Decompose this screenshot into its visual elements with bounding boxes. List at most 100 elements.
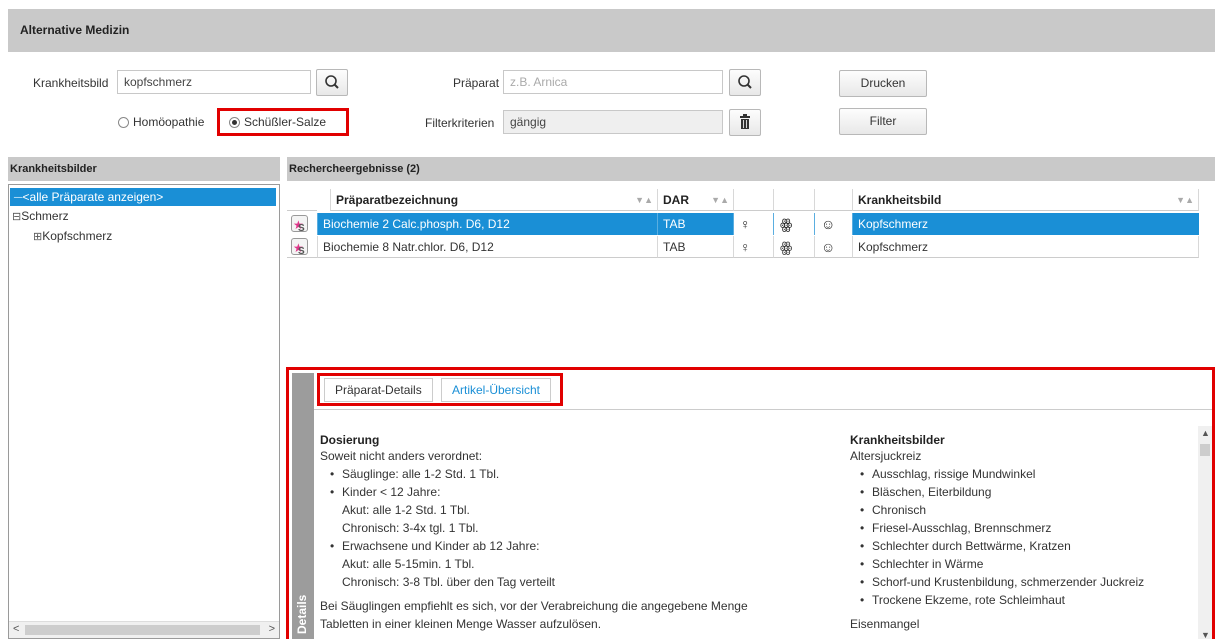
tree-item-label: Kopfschmerz [42,229,113,243]
list-item: Ausschlag, rissige Mundwinkel [850,465,1190,483]
cell-sex: ♀ [733,213,773,235]
details-content: Dosierung Soweit nicht anders verordnet:… [314,411,1209,639]
column-header-krankheitsbild-label: Krankheitsbild [858,193,942,207]
list-item: Chronisch [850,501,1190,519]
column-header-dar-label: DAR [663,193,689,207]
trash-icon [740,114,750,129]
cell-dar: TAB [657,213,733,235]
scroll-left-icon[interactable]: < [13,623,19,635]
details-tabbar: Präparat-Details Artikel-Übersicht [314,370,1212,410]
details-side-tab[interactable]: Details [292,373,314,639]
radio-dot-selected [229,116,240,128]
radio-homoeopathie[interactable]: Homöopathie [118,115,204,129]
praeparat-search-button[interactable] [729,69,761,96]
cell-child: ☺ [814,236,852,258]
column-header-icon [287,189,317,211]
dosierung-note: Bei Säuglingen empfiehlt es sich, vor de… [320,599,748,613]
list-item: Schorf-und Krustenbildung, schmerzender … [850,573,1190,591]
tree-item-all[interactable]: ─<alle Präparate anzeigen> [10,188,276,206]
list-item: Schlechter in Wärme [850,555,1190,573]
list-item: Säuglinge: alle 1-2 Std. 1 Tbl. [320,465,840,483]
radio-schuessler-label: Schüßler-Salze [244,115,327,129]
krankheitsbild-input[interactable]: kopfschmerz [117,70,311,94]
krankheitsbilder-section: Krankheitsbilder Altersjuckreiz Ausschla… [850,433,1190,633]
results-panel: Präparatbezeichnung ▼▲ DAR ▼▲ Krankheits… [287,184,1215,369]
krankheitsbilder-list: Ausschlag, rissige Mundwinkel Bläschen, … [850,465,1190,609]
column-header-dar[interactable]: DAR ▼▲ [657,189,733,211]
radio-schuessler[interactable]: Schüßler-Salze [229,115,326,129]
cell-sex: ♀ [733,236,773,258]
scroll-thumb[interactable] [25,625,260,635]
list-item: Erwachsene und Kinder ab 12 Jahre: [320,537,840,555]
sort-icon: ▼▲ [711,195,729,205]
filter-button[interactable]: Filter [839,108,927,135]
radio-homoeopathie-label: Homöopathie [133,115,205,129]
cell-name: Biochemie 2 Calc.phosph. D6, D12 [317,213,657,235]
scroll-down-icon[interactable]: ▼ [1201,630,1210,639]
collapse-icon[interactable]: ⊟ [12,211,21,223]
tab-praeparat-details[interactable]: Präparat-Details [324,378,433,402]
clear-filter-button[interactable] [729,109,761,136]
female-symbol-icon: ♀ [740,216,751,232]
list-item: Trockene Ekzeme, rote Schleimhaut [850,591,1190,609]
tree-item-kopfschmerz[interactable]: ⊞Kopfschmerz [33,229,112,243]
schuessler-cell [287,213,317,235]
column-header-name[interactable]: Präparatbezeichnung ▼▲ [330,189,657,211]
table-header-row: Präparatbezeichnung ▼▲ DAR ▼▲ Krankheits… [287,189,1199,211]
app-titlebar: Alternative Medizin [8,9,1215,52]
scroll-right-icon[interactable]: > [269,623,275,635]
baby-icon: ☺ [821,239,836,255]
tree-horizontal-scrollbar[interactable]: < > [9,621,279,638]
krankheitsbilder-title: Krankheitsbilder [850,433,945,447]
results-header: Rechercheergebnisse (2) [287,157,1215,181]
list-item: Friesel-Ausschlag, Brennschmerz [850,519,1190,537]
column-header-allergy [773,189,814,211]
dosierung-note: Tabletten in einer kleinen Menge Wasser … [320,617,602,631]
column-header-krankheitsbild[interactable]: Krankheitsbild ▼▲ [852,189,1199,211]
scroll-thumb[interactable] [1200,444,1210,456]
details-side-tab-label: Details [295,594,309,634]
cell-allergy: ꙮ [773,236,814,258]
tree-item-schmerz[interactable]: ⊟Schmerz [12,209,69,223]
sort-icon: ▼▲ [635,195,653,205]
details-vertical-scrollbar[interactable]: ▲ ▼ [1198,426,1212,639]
cell-krankheitsbild: Kopfschmerz [852,213,1199,235]
dosierung-list: Säuglinge: alle 1-2 Std. 1 Tbl. Kinder <… [320,465,840,501]
female-symbol-icon: ♀ [740,239,751,255]
print-button[interactable]: Drucken [839,70,927,97]
filterkriterien-label: Filterkriterien [425,116,495,130]
app-title: Alternative Medizin [20,23,130,37]
magnifier-icon [325,75,339,89]
list-item: Bläschen, Eiterbildung [850,483,1190,501]
tree-header: Krankheitsbilder [8,157,280,181]
allergy-icon: ꙮ [780,239,793,255]
list-subitem: Chronisch: 3-4x tgl. 1 Tbl. [342,521,479,535]
cell-dar: TAB [657,236,733,258]
krankheitsbild-label: Krankheitsbild [33,76,109,90]
cell-krankheitsbild: Kopfschmerz [852,236,1199,258]
column-header-sex [733,189,773,211]
filterkriterien-input[interactable]: gängig [503,110,723,134]
column-header-child [814,189,852,211]
tree-item-label: <alle Präparate anzeigen> [22,190,164,204]
krankheitsbilder-group: Altersjuckreiz [850,449,922,463]
krankheitsbild-search-button[interactable] [316,69,348,96]
cell-allergy: ꙮ [773,213,814,235]
table-row[interactable]: Biochemie 2 Calc.phosph. D6, D12 TAB ♀ ꙮ… [287,213,1199,235]
table-row[interactable]: Biochemie 8 Natr.chlor. D6, D12 TAB ♀ ꙮ … [287,236,1199,258]
scroll-up-icon[interactable]: ▲ [1201,428,1210,438]
dosierung-list: Erwachsene und Kinder ab 12 Jahre: [320,537,840,555]
cell-name: Biochemie 8 Natr.chlor. D6, D12 [317,236,657,258]
tree-connector-icon: ─ [14,190,23,204]
tree-item-label: Schmerz [21,209,69,223]
details-panel: Details Präparat-Details Artikel-Übersic… [286,367,1215,639]
sort-icon: ▼▲ [1176,195,1194,205]
dosierung-section: Dosierung Soweit nicht anders verordnet:… [320,433,840,633]
expand-icon[interactable]: ⊞ [33,231,42,243]
tab-artikel-uebersicht[interactable]: Artikel-Übersicht [441,378,552,402]
dosierung-intro: Soweit nicht anders verordnet: [320,449,483,463]
schuessler-cell [287,236,317,258]
list-item: Kinder < 12 Jahre: [320,483,840,501]
praeparat-label: Präparat [453,76,500,90]
praeparat-input[interactable]: z.B. Arnica [503,70,723,94]
